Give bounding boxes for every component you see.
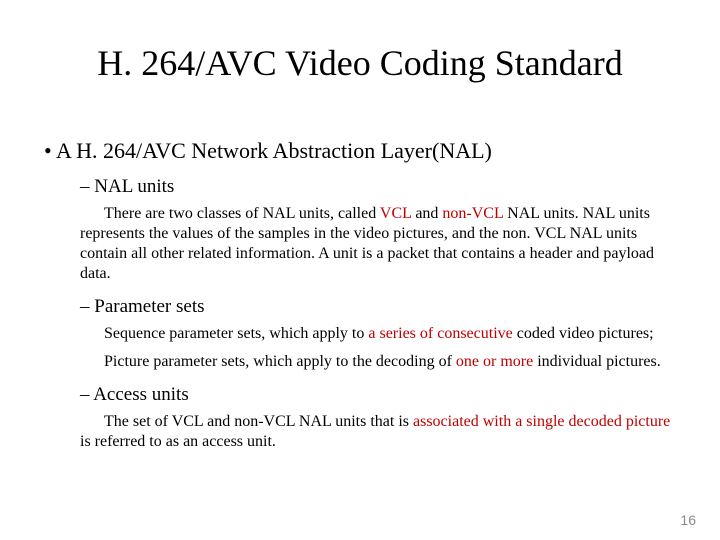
page-number: 16 <box>680 512 696 528</box>
text: coded video pictures; <box>513 325 654 342</box>
slide: H. 264/AVC Video Coding Standard A H. 26… <box>0 0 720 540</box>
text: Picture parameter sets, which apply to t… <box>104 353 456 370</box>
slide-title: H. 264/AVC Video Coding Standard <box>0 42 720 84</box>
text: Sequence parameter sets, which apply to <box>104 325 368 342</box>
highlight-associated: associated with a single decoded picture <box>413 413 670 430</box>
para-parameter-sets-2: Picture parameter sets, which apply to t… <box>80 352 684 372</box>
text: and <box>411 205 442 222</box>
text: is referred to as an access unit. <box>80 433 276 450</box>
text: The set of VCL and non-VCL NAL units tha… <box>104 413 413 430</box>
highlight-series: a series of consecutive <box>368 325 512 342</box>
highlight-non-vcl: non-VCL <box>442 205 503 222</box>
bullet-access-units: Access units <box>80 384 684 406</box>
highlight-vcl: VCL <box>380 205 411 222</box>
bullet-nal-units: NAL units <box>80 176 684 198</box>
para-nal-units: There are two classes of NAL units, call… <box>80 204 684 284</box>
highlight-one-or-more: one or more <box>456 353 533 370</box>
para-parameter-sets-1: Sequence parameter sets, which apply to … <box>80 324 684 344</box>
bullet-parameter-sets: Parameter sets <box>80 296 684 318</box>
bullet-level1: A H. 264/AVC Network Abstraction Layer(N… <box>44 138 684 164</box>
text: individual pictures. <box>533 353 661 370</box>
text: There are two classes of NAL units, call… <box>104 205 380 222</box>
slide-body: A H. 264/AVC Network Abstraction Layer(N… <box>44 130 684 460</box>
para-access-units: The set of VCL and non-VCL NAL units tha… <box>80 412 684 452</box>
